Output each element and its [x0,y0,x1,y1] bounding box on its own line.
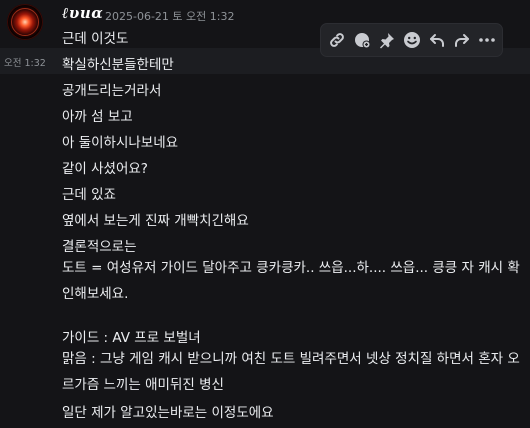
message-toolbar [320,23,503,57]
message-line: 결론적으로는 [62,239,137,255]
link-icon[interactable] [324,27,349,53]
message-line: 근데 이것도 [62,31,129,47]
more-icon[interactable] [474,27,499,53]
message-line: 공개드리는거라서 [62,83,162,99]
forward-icon[interactable] [449,27,474,53]
avatar[interactable] [7,4,43,40]
message-line: 도트 = 여성유저 가이드 달아주고 킁카킁카.. 쓰읍...하.... 쓰읍.… [62,260,520,302]
scrollbar[interactable] [525,0,528,428]
emoji-icon[interactable] [399,27,424,53]
chat-area: ℓυиα 2025-06-21 토 오전 1:32 오전 1:32 근데 이것도… [0,0,530,428]
message-timestamp: 2025-06-21 토 오전 1:32 [105,10,235,23]
message-line: 옆에서 보는게 진짜 개빡치긴해요 [62,213,249,229]
message-line: 확실하신분들한테만 [62,57,174,73]
message-line: 가이드 : AV 프로 보벌녀 [62,330,201,346]
message-line: 일단 제가 알고있는바로는 이정도에요 [62,405,274,421]
hover-timestamp: 오전 1:32 [4,58,46,69]
message-line: 근데 있죠 [62,187,116,203]
reply-icon[interactable] [424,27,449,53]
pin-icon[interactable] [374,27,399,53]
message-line: 아까 섬 보고 [62,109,133,125]
message-line: 같이 사셨어요? [62,161,148,177]
message-line: 맑음 : 그냥 게임 캐시 받으니까 여친 도트 빌려주면서 넷상 정치질 하면… [62,351,520,393]
username[interactable]: ℓυиα [62,4,103,23]
thread-icon[interactable] [349,27,374,53]
message-line: 아 둘이하시나보네요 [62,135,179,151]
